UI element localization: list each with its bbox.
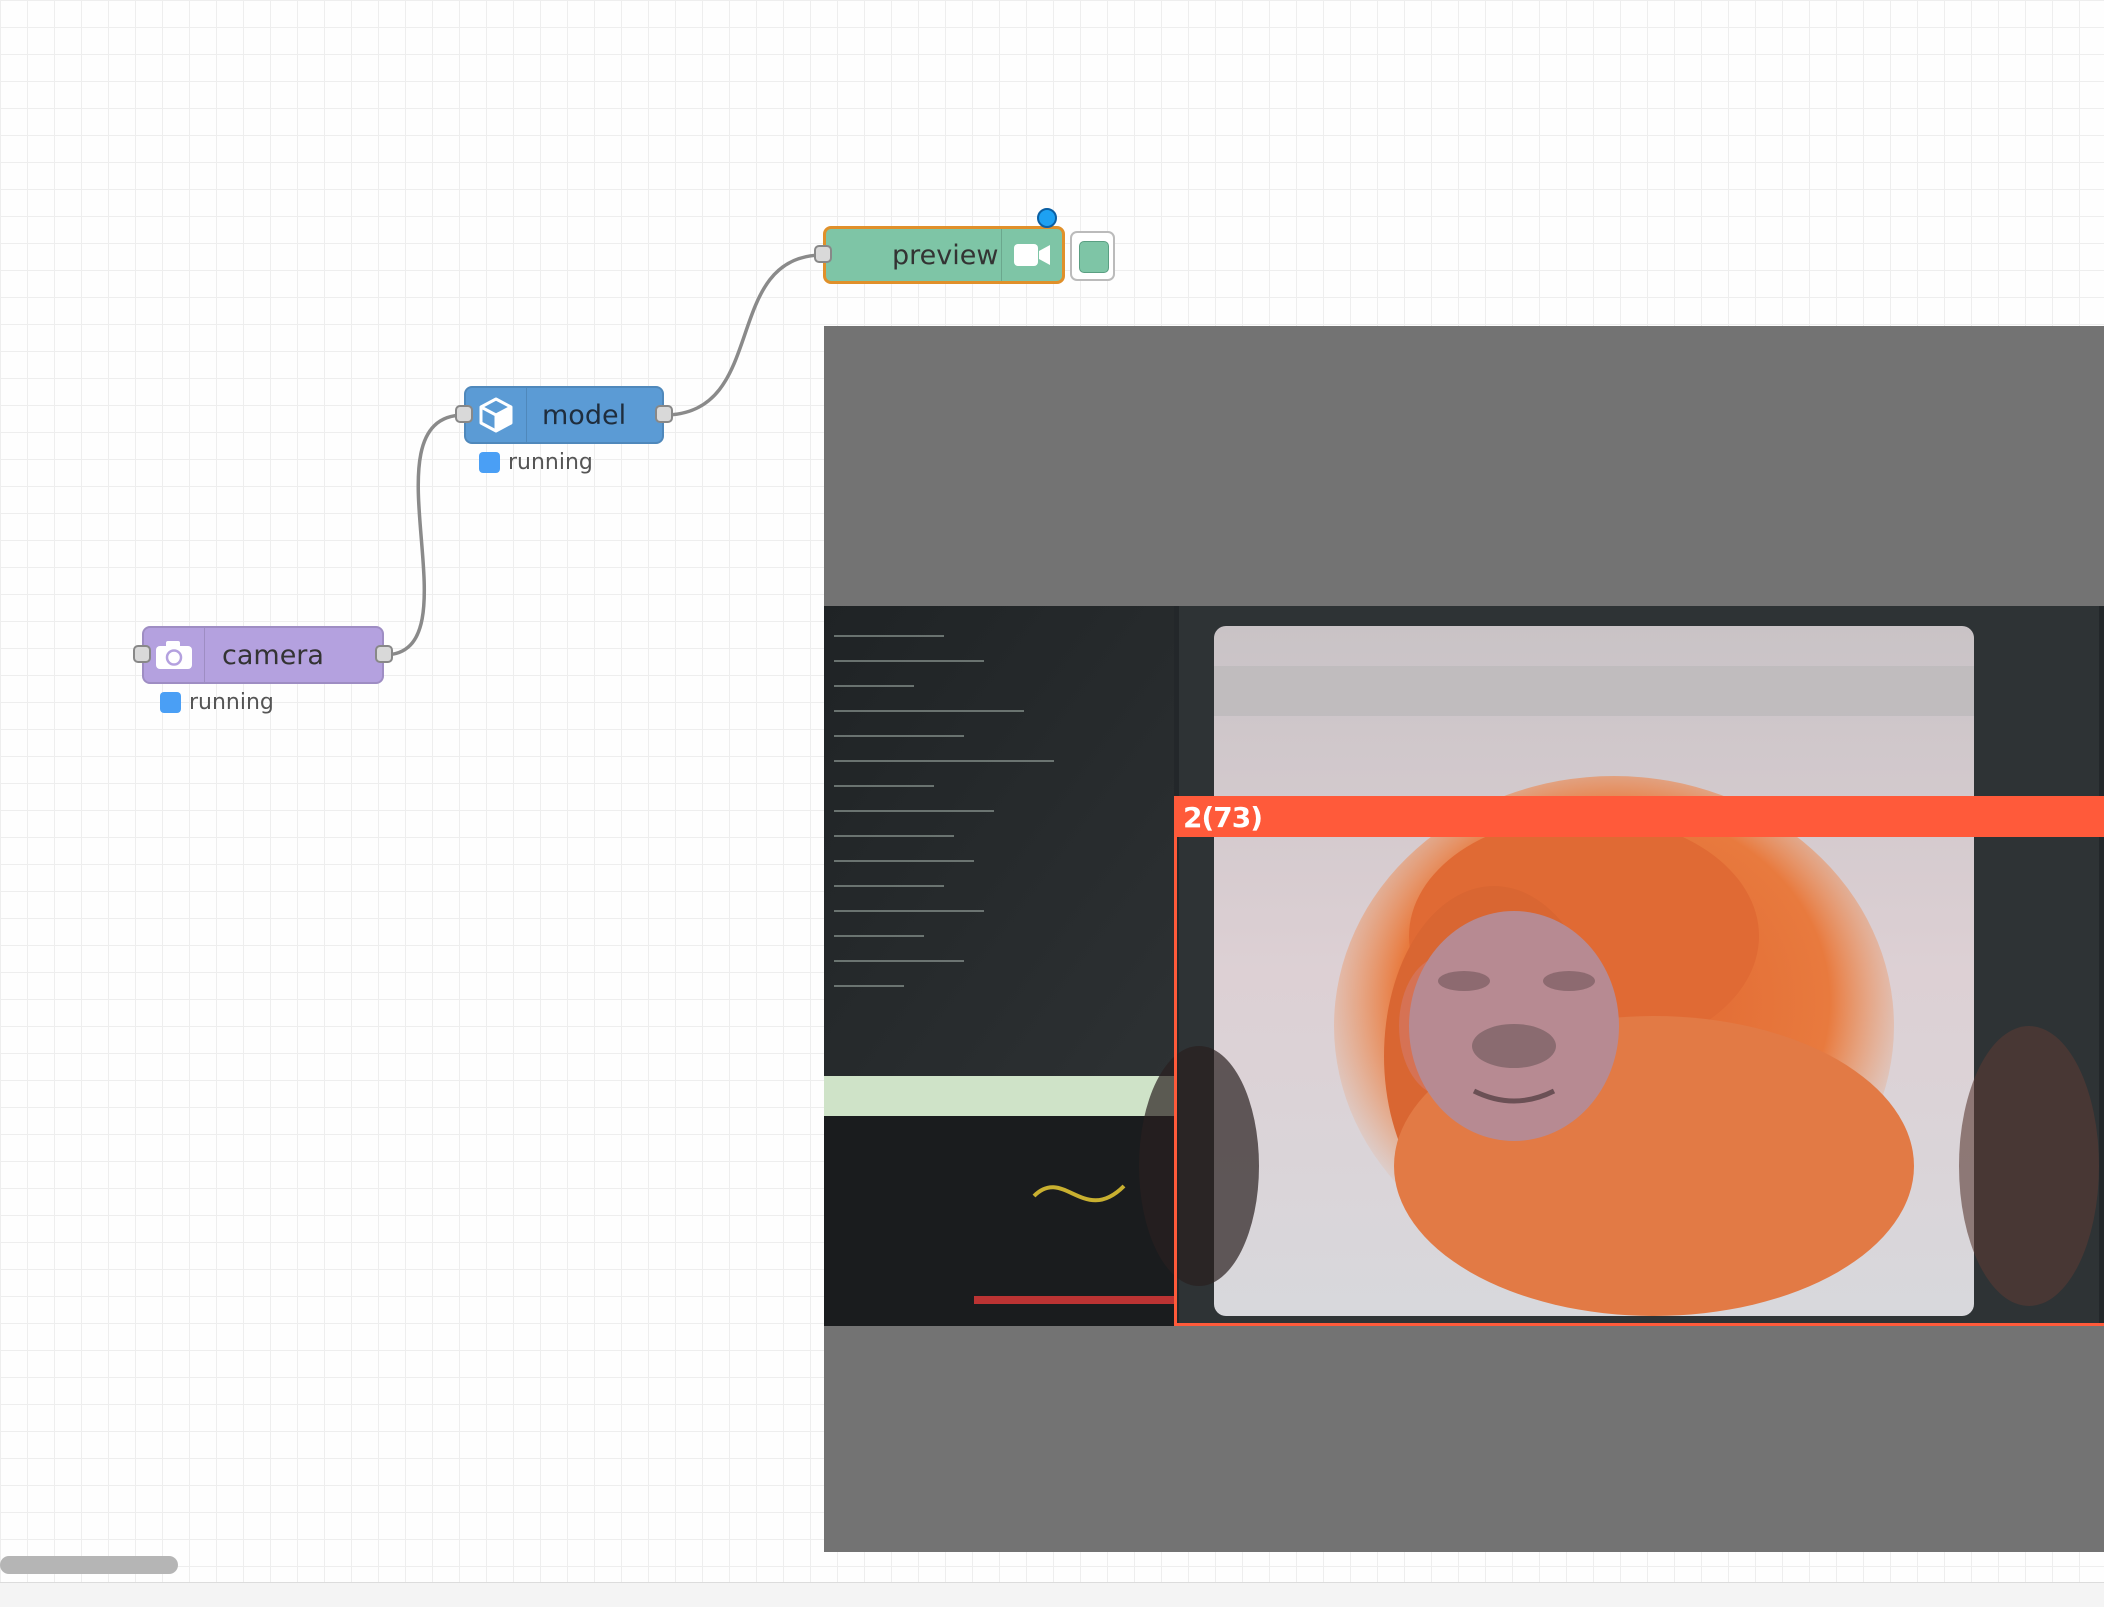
model-node[interactable]: model xyxy=(464,386,664,444)
status-indicator xyxy=(479,452,500,473)
bottom-bar xyxy=(0,1582,2104,1607)
wire-camera-to-model[interactable] xyxy=(383,413,465,657)
model-status: running xyxy=(479,450,593,475)
cube-icon xyxy=(479,397,513,433)
node-changed-indicator xyxy=(1037,208,1057,228)
detection-label-bar: 2(73) xyxy=(1177,799,2104,837)
preview-node[interactable]: preview xyxy=(823,226,1065,284)
camera-node-icon-box xyxy=(144,628,205,682)
camera-node-label: camera xyxy=(222,639,324,671)
wire-model-to-preview[interactable] xyxy=(663,253,824,417)
video-frame: 2(73) xyxy=(824,606,2104,1326)
preview-toggle-button[interactable] xyxy=(1070,231,1115,281)
detection-label: 2(73) xyxy=(1183,801,1263,834)
camera-icon xyxy=(156,641,192,669)
model-status-text: running xyxy=(508,450,593,475)
model-node-label: model xyxy=(542,399,627,431)
camera-output-port[interactable] xyxy=(375,645,393,663)
camera-node[interactable]: camera xyxy=(142,626,384,684)
horizontal-scrollbar[interactable] xyxy=(0,1556,178,1574)
model-node-icon-box xyxy=(466,388,527,442)
model-output-port[interactable] xyxy=(655,405,673,423)
camera-status-text: running xyxy=(189,690,274,715)
camera-input-port[interactable] xyxy=(133,645,151,663)
detection-box: 2(73) xyxy=(1174,796,2104,1326)
preview-panel: 2(73) xyxy=(824,326,2104,1552)
model-input-port[interactable] xyxy=(455,405,473,423)
video-camera-icon xyxy=(1014,244,1050,266)
preview-input-port[interactable] xyxy=(814,245,832,263)
preview-node-icon-box xyxy=(1001,229,1062,281)
preview-node-label: preview xyxy=(892,239,999,271)
preview-toggle-indicator xyxy=(1079,241,1109,273)
camera-status: running xyxy=(160,690,274,715)
status-indicator xyxy=(160,692,181,713)
